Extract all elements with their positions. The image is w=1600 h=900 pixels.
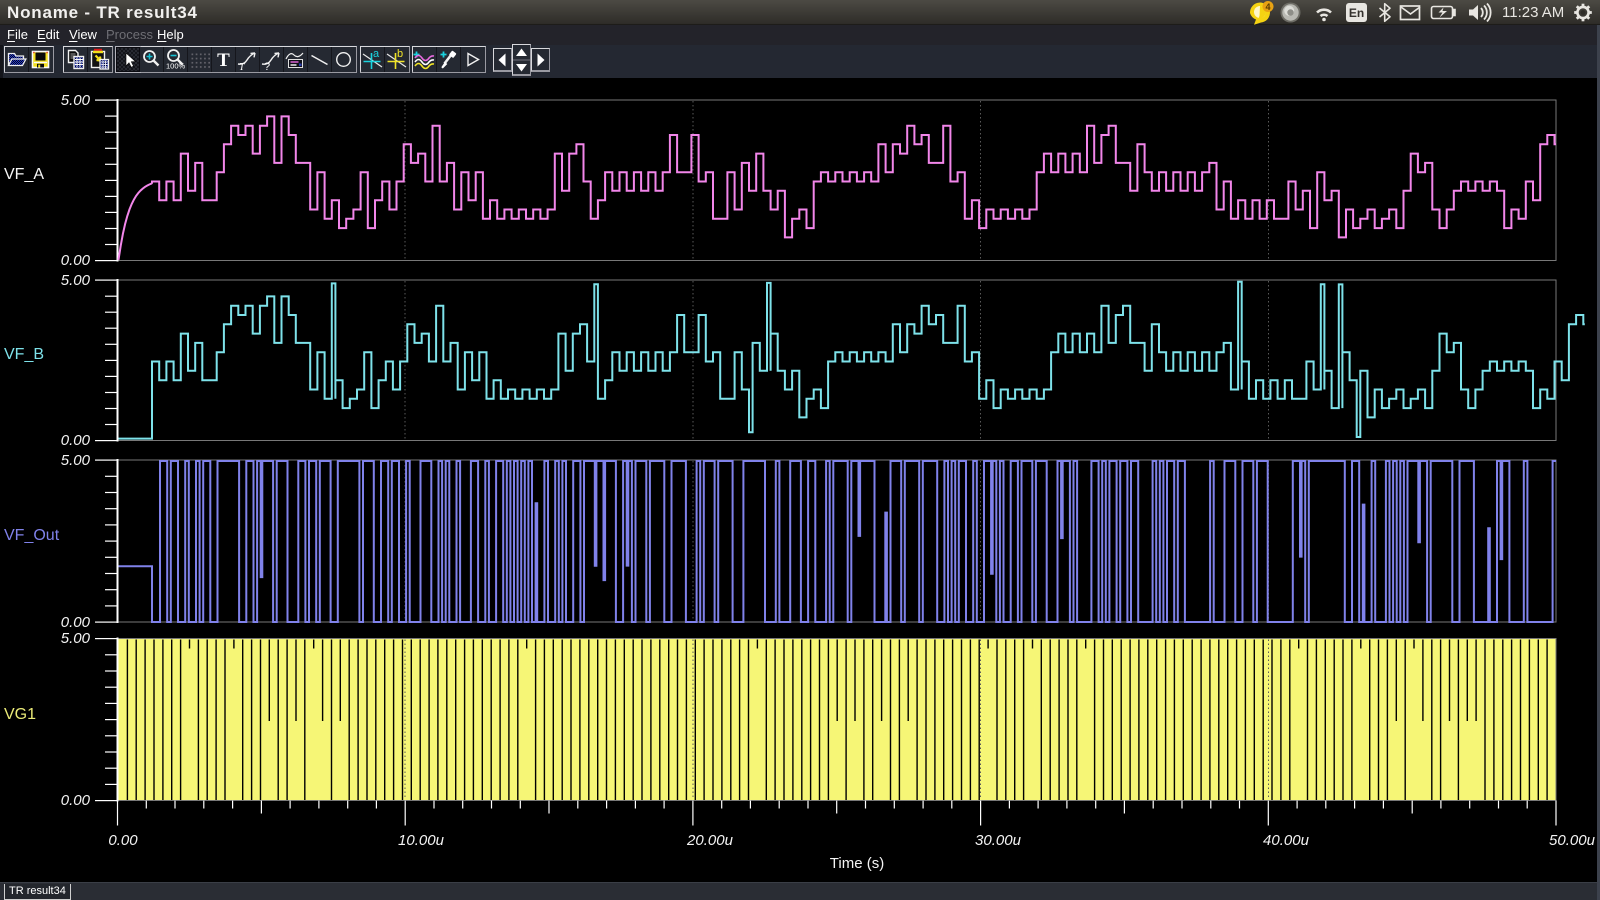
svg-text:?: ?	[264, 61, 270, 72]
svg-text:a: a	[373, 48, 380, 60]
svg-text:T: T	[239, 62, 246, 72]
svg-text:T: T	[217, 50, 230, 71]
svg-text:b: b	[397, 48, 403, 60]
svg-text:4: 4	[1265, 2, 1270, 12]
svg-text:En: En	[1349, 6, 1364, 20]
svg-text:100%: 100%	[166, 62, 186, 71]
